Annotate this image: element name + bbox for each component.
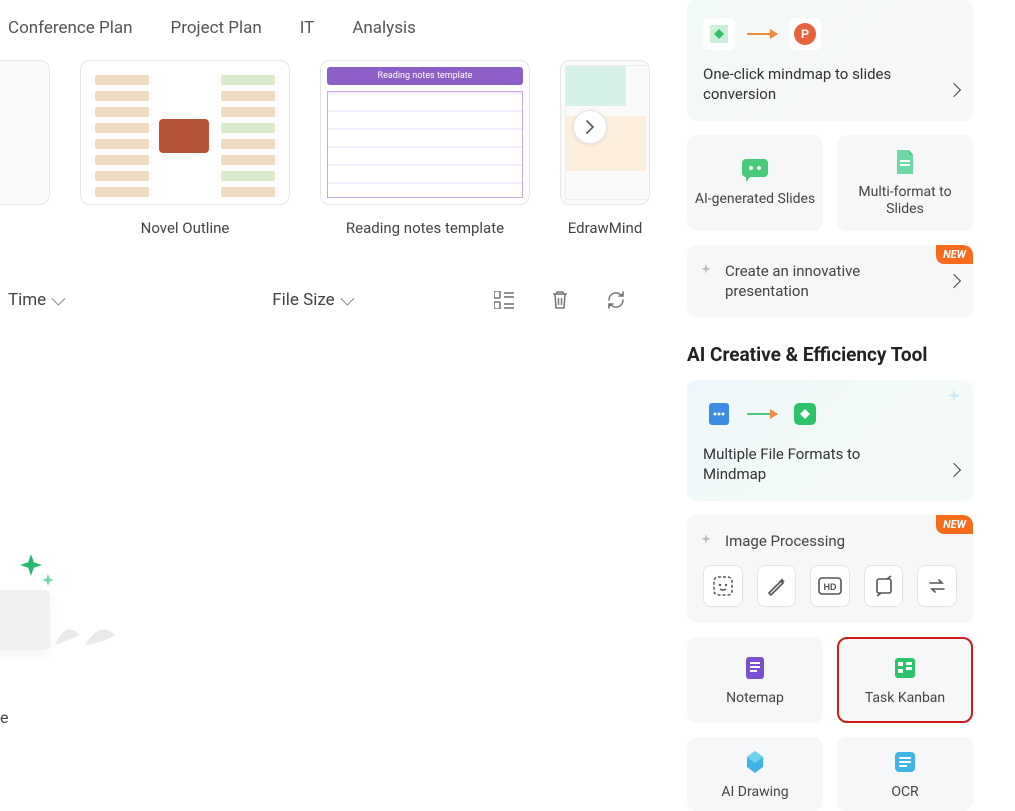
arrow-right-icon [747,413,777,415]
card-label: AI-generated Slides [689,191,821,208]
wand-icon [765,575,787,597]
refresh-button[interactable] [599,283,633,317]
card-oneclick-slides[interactable]: P One-click mindmap to slides conversion [687,0,973,121]
swap-icon [926,575,948,597]
refresh-icon [606,290,626,310]
tools-grid: Notemap Task Kanban AI Drawing OCR [687,637,1005,811]
tool-remove-bg[interactable] [703,565,743,607]
card-text: One-click mindmap to slides conversion [703,64,957,105]
arrow-right-icon [747,33,777,35]
tool-notemap[interactable]: Notemap [687,637,823,723]
tool-ai-drawing[interactable]: AI Drawing [687,737,823,811]
templates-carousel: Novel Outline Reading notes template Rea… [0,48,645,237]
card-multi-file-mindmap[interactable]: Multiple File Formats to Mindmap [687,380,973,501]
document-icon [892,148,918,176]
sort-time-dropdown[interactable]: Time [8,290,62,310]
card-label: Multi-format to Slides [837,184,973,218]
delete-button[interactable] [543,283,577,317]
card-create-presentation[interactable]: NEW Create an innovative presentation [687,245,973,318]
card-ai-generated-slides[interactable]: AI-generated Slides [687,135,823,231]
ocr-icon [891,748,919,776]
card-text: Multiple File Formats to Mindmap [703,444,957,485]
notemap-icon [741,654,769,682]
card-icons [703,398,957,430]
tab-it[interactable]: IT [300,18,315,38]
hd-icon: HD [818,577,842,595]
sort-filesize-label: File Size [272,290,334,310]
list-view-icon [494,291,514,309]
chevron-down-icon [340,292,354,306]
tool-crop[interactable] [864,565,904,607]
template-thumbnail [0,60,50,205]
sparkle-icon [699,263,713,277]
tab-analysis[interactable]: Analysis [352,18,416,38]
tool-hd-enhance[interactable]: HD [810,565,850,607]
right-sidebar: P One-click mindmap to slides conversion… [665,0,1005,801]
sparkle-icon [20,554,42,576]
file-toolbar: Time File Size [0,283,645,317]
template-card-reading-notes[interactable]: Reading notes template Reading notes tem… [320,60,530,237]
tool-label: Notemap [726,690,784,706]
carousel-next-button[interactable] [573,110,607,144]
template-thumbnail [80,60,290,205]
card-text: Image Processing [703,531,957,551]
trash-icon [551,290,569,310]
kanban-icon [891,654,919,682]
expand-icon [873,575,895,597]
tab-conference-plan[interactable]: Conference Plan [8,18,133,38]
card-icons: P [703,18,957,50]
thumb-header: Reading notes template [327,67,523,85]
card-image-processing[interactable]: NEW Image Processing HD [687,515,973,623]
edrawmind-icon [703,18,735,50]
template-card-partial-left[interactable] [0,60,50,237]
tool-label: OCR [891,784,918,800]
sort-time-label: Time [8,290,46,310]
template-card-edrawmind[interactable]: EdrawMind [560,60,650,237]
template-thumbnail: Reading notes template [320,60,530,205]
template-label: Reading notes template [320,205,530,237]
tool-task-kanban[interactable]: Task Kanban [837,637,973,723]
document-icon [703,398,735,430]
template-category-tabs: Conference Plan Project Plan IT Analysis [0,0,645,48]
leaf-icon [50,610,120,650]
svg-text:HD: HD [823,582,836,592]
svg-text:P: P [801,27,809,41]
ai-drawing-icon [741,748,769,776]
edrawmind-icon [789,398,821,430]
two-card-row: AI-generated Slides Multi-format to Slid… [687,135,1005,231]
powerpoint-icon: P [789,18,821,50]
card-multi-format-slides[interactable]: Multi-format to Slides [837,135,973,231]
template-card-novel-outline[interactable]: Novel Outline [80,60,290,237]
template-label [0,205,50,219]
tool-ocr[interactable]: OCR [837,737,973,811]
new-badge: NEW [936,515,973,534]
tool-label: Task Kanban [865,690,945,706]
tool-convert[interactable] [917,565,957,607]
chat-slides-icon [740,157,770,183]
chevron-right-icon [585,120,595,134]
new-badge: NEW [936,245,973,264]
empty-state-illustration [0,530,130,730]
chevron-down-icon [52,292,66,306]
template-label: Novel Outline [80,205,290,237]
template-label: EdrawMind [560,205,650,237]
section-title-ai-tools: AI Creative & Efficiency Tool [687,343,1005,366]
sparkle-icon [42,574,54,586]
tool-magic-erase[interactable] [757,565,797,607]
sparkle-icon [945,388,963,406]
sparkle-icon [699,533,713,547]
image-processing-tools: HD [703,565,957,607]
face-icon [712,575,734,597]
truncated-text: e [0,708,8,727]
card-text: Create an innovative presentation [703,261,957,302]
tab-project-plan[interactable]: Project Plan [171,18,262,38]
main-content: Conference Plan Project Plan IT Analysis [0,0,645,801]
sort-filesize-dropdown[interactable]: File Size [272,290,350,310]
list-view-button[interactable] [487,283,521,317]
tool-label: AI Drawing [721,784,788,800]
